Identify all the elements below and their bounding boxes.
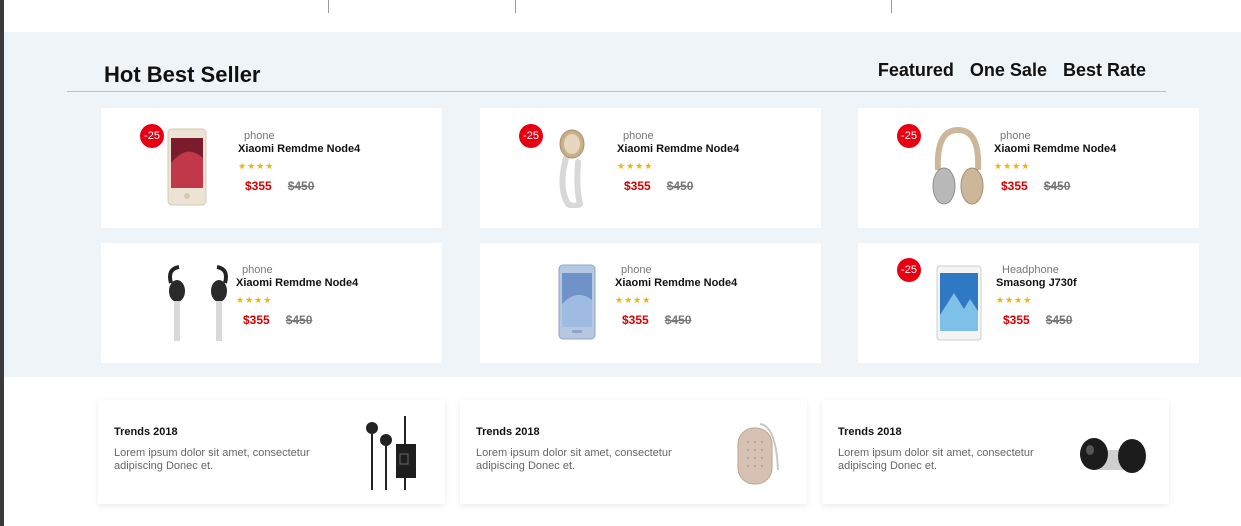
old-price: $450	[666, 179, 694, 193]
product-name[interactable]: Smasong J730f	[996, 277, 1077, 289]
old-price: $450	[1045, 313, 1073, 327]
smartphone-icon	[167, 128, 207, 206]
old-price: $450	[664, 313, 692, 327]
top-divider	[515, 0, 516, 13]
product-price: $355	[622, 313, 649, 327]
tab-one-sale[interactable]: One Sale	[970, 60, 1047, 81]
top-divider	[328, 0, 329, 13]
trend-title: Trends 2018	[476, 426, 540, 438]
product-price: $355	[243, 313, 270, 327]
product-name[interactable]: Xiaomi Remdme Node4	[615, 277, 737, 289]
trend-title: Trends 2018	[114, 426, 178, 438]
old-price: $450	[1043, 179, 1071, 193]
trend-text: Lorem ipsum dolor sit amet, consectetur …	[476, 447, 672, 472]
product-category: phone	[1000, 130, 1031, 142]
old-price: $450	[287, 179, 315, 193]
product-card[interactable]: -25 phone Xiaomi Remdme Node4 ★★★★ $355 $…	[480, 108, 821, 228]
discount-badge: -25	[897, 258, 921, 282]
trend-card[interactable]: Trends 2018 Lorem ipsum dolor sit amet, …	[460, 400, 807, 504]
product-name[interactable]: Xiaomi Remdme Node4	[238, 143, 360, 155]
product-name[interactable]: Xiaomi Remdme Node4	[236, 277, 358, 289]
product-price: $355	[1001, 179, 1028, 193]
product-category: phone	[621, 264, 652, 276]
rating-stars: ★★★★	[236, 295, 273, 305]
product-name[interactable]: Xiaomi Remdme Node4	[994, 143, 1116, 155]
earphones-icon	[168, 265, 228, 341]
trend-card[interactable]: Trends 2018 Lorem ipsum dolor sit amet, …	[822, 400, 1169, 504]
product-card[interactable]: phone Xiaomi Remdme Node4 ★★★★ $355 $450	[480, 243, 821, 363]
tab-featured[interactable]: Featured	[878, 60, 954, 81]
product-category: phone	[242, 264, 273, 276]
product-category: phone	[623, 130, 654, 142]
product-price: $355	[245, 179, 272, 193]
discount-badge: -25	[519, 124, 543, 148]
product-name[interactable]: Xiaomi Remdme Node4	[617, 143, 739, 155]
old-price: $450	[285, 313, 313, 327]
headphones-icon	[932, 126, 984, 205]
trend-title: Trends 2018	[838, 426, 902, 438]
tablet-icon	[936, 265, 982, 341]
smartphone-icon	[558, 264, 596, 340]
tab-best-rate[interactable]: Best Rate	[1063, 60, 1146, 81]
rating-stars: ★★★★	[996, 295, 1033, 305]
rating-stars: ★★★★	[615, 295, 652, 305]
discount-badge: -25	[140, 124, 164, 148]
top-divider	[891, 0, 892, 13]
product-card[interactable]: -25 phone Xiaomi Remdme Node4 ★★★★ $355 $…	[858, 108, 1199, 228]
product-card[interactable]: phone Xiaomi Remdme Node4 ★★★★ $355 $450	[101, 243, 442, 363]
fitness-band-icon	[559, 129, 585, 208]
trend-text: Lorem ipsum dolor sit amet, consectetur …	[838, 447, 1034, 472]
speaker-dock-icon	[1080, 438, 1146, 473]
product-category: Headphone	[1002, 264, 1059, 276]
rating-stars: ★★★★	[617, 161, 654, 171]
top-strip	[4, 0, 1241, 32]
filter-tabs: Featured One Sale Best Rate	[878, 60, 1146, 81]
product-price: $355	[1003, 313, 1030, 327]
earphones-remote-icon	[366, 416, 416, 490]
rating-stars: ★★★★	[238, 161, 275, 171]
section-title: Hot Best Seller	[104, 62, 261, 87]
portable-speaker-icon	[737, 423, 779, 485]
product-card[interactable]: -25 Headphone Smasong J730f ★★★★ $355 $45…	[858, 243, 1199, 363]
product-category: phone	[244, 130, 275, 142]
hot-best-seller-section: Hot Best Seller Featured One Sale Best R…	[4, 32, 1241, 377]
discount-badge: -25	[897, 124, 921, 148]
product-price: $355	[624, 179, 651, 193]
product-card[interactable]: -25 phone Xiaomi Remdme Node4 ★★★★ $355 $…	[101, 108, 442, 228]
rating-stars: ★★★★	[994, 161, 1031, 171]
page: Hot Best Seller Featured One Sale Best R…	[0, 0, 1241, 526]
title-divider	[67, 91, 1166, 92]
trend-text: Lorem ipsum dolor sit amet, consectetur …	[114, 447, 310, 472]
trend-card[interactable]: Trends 2018 Lorem ipsum dolor sit amet, …	[98, 400, 445, 504]
